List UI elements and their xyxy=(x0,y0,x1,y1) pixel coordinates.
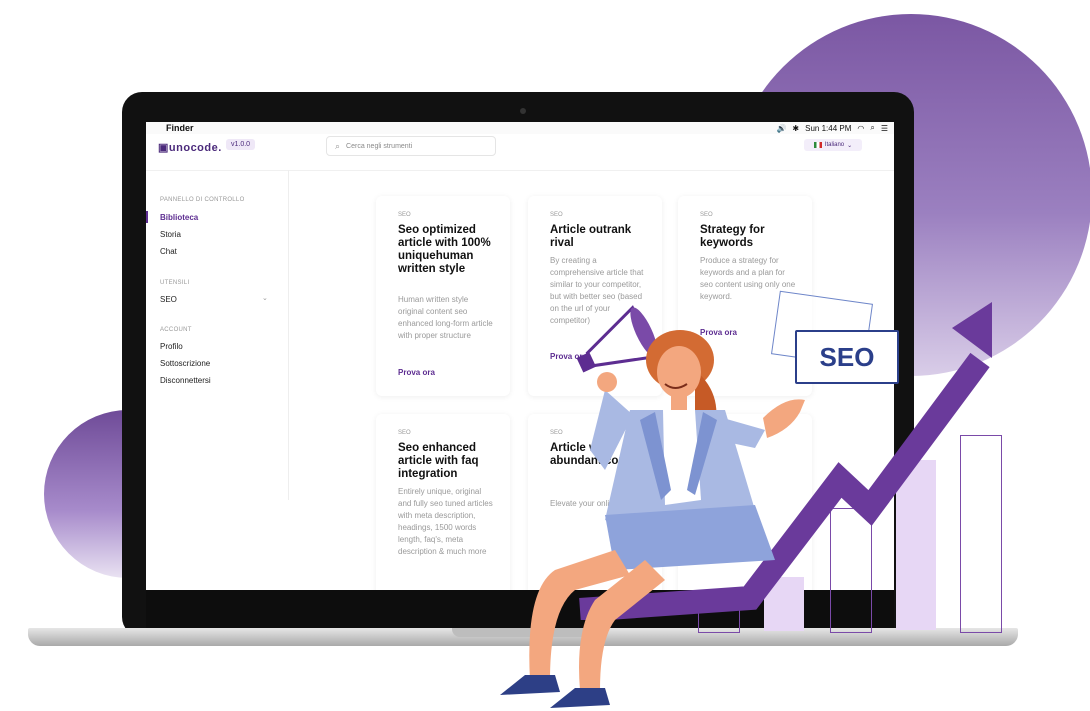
control-center-icon[interactable]: ☰ xyxy=(881,124,888,133)
sidebar-item-biblioteca[interactable]: Biblioteca xyxy=(160,213,198,222)
card-title: Seo optimized article with 100% uniquehu… xyxy=(398,224,491,275)
chevron-down-icon: ⌄ xyxy=(847,142,853,149)
wifi-icon[interactable]: ◠ xyxy=(857,124,864,133)
card-tag: SEO xyxy=(398,430,411,436)
sidebar-item-seo[interactable]: SEO xyxy=(160,295,177,304)
sidebar-item-chat[interactable]: Chat xyxy=(160,247,177,256)
sidebar-item-disconnettersi[interactable]: Disconnettersi xyxy=(160,376,211,385)
woman-with-megaphone-illustration xyxy=(500,305,805,708)
webcam xyxy=(520,108,526,114)
version-badge: v1.0.0 xyxy=(226,139,256,150)
spotlight-icon[interactable]: ⌕ xyxy=(870,123,874,133)
volume-icon[interactable]: 🔊 xyxy=(776,124,786,133)
sidebar-section-tools: UTENSILI xyxy=(160,280,190,286)
language-select[interactable]: Italiano ⌄ xyxy=(804,139,862,151)
search-input[interactable]: ⌕ Cerca negli strumenti xyxy=(326,136,496,156)
sidebar: PANNELLO DI CONTROLLO Biblioteca Storia … xyxy=(146,170,289,500)
active-indicator xyxy=(146,211,148,223)
card-tag: SEO xyxy=(700,212,713,218)
sidebar-item-sottoscrizione[interactable]: Sottoscrizione xyxy=(160,359,210,368)
try-now-link[interactable]: Prova ora xyxy=(398,368,435,377)
search-placeholder: Cerca negli strumenti xyxy=(346,142,413,150)
italy-flag-icon xyxy=(813,142,822,148)
mac-menubar: Finder 🔊 ✱ Sun 1:44 PM ◠ ⌕ ☰ xyxy=(146,122,894,134)
language-label: Italiano xyxy=(824,142,845,148)
sidebar-section-account: ACCOUNT xyxy=(160,327,192,333)
card-title: Strategy for keywords xyxy=(700,224,765,249)
card-tag: SEO xyxy=(398,212,411,218)
search-icon: ⌕ xyxy=(335,140,341,151)
sidebar-item-storia[interactable]: Storia xyxy=(160,230,181,239)
chevron-down-icon[interactable]: ⌄ xyxy=(262,294,268,302)
menubar-app-name[interactable]: Finder xyxy=(166,123,194,133)
bluetooth-icon[interactable]: ✱ xyxy=(792,124,799,133)
card-tag: SEO xyxy=(550,212,563,218)
app-header: ▣unocode. v1.0.0 ⌕ Cerca negli strumenti… xyxy=(146,134,894,170)
sidebar-section-dashboard: PANNELLO DI CONTROLLO xyxy=(160,197,245,203)
sidebar-item-profilo[interactable]: Profilo xyxy=(160,342,183,351)
card-title: Article outrank rival xyxy=(550,224,632,249)
app-logo[interactable]: ▣unocode. xyxy=(158,141,222,154)
menubar-clock[interactable]: Sun 1:44 PM xyxy=(805,124,851,133)
